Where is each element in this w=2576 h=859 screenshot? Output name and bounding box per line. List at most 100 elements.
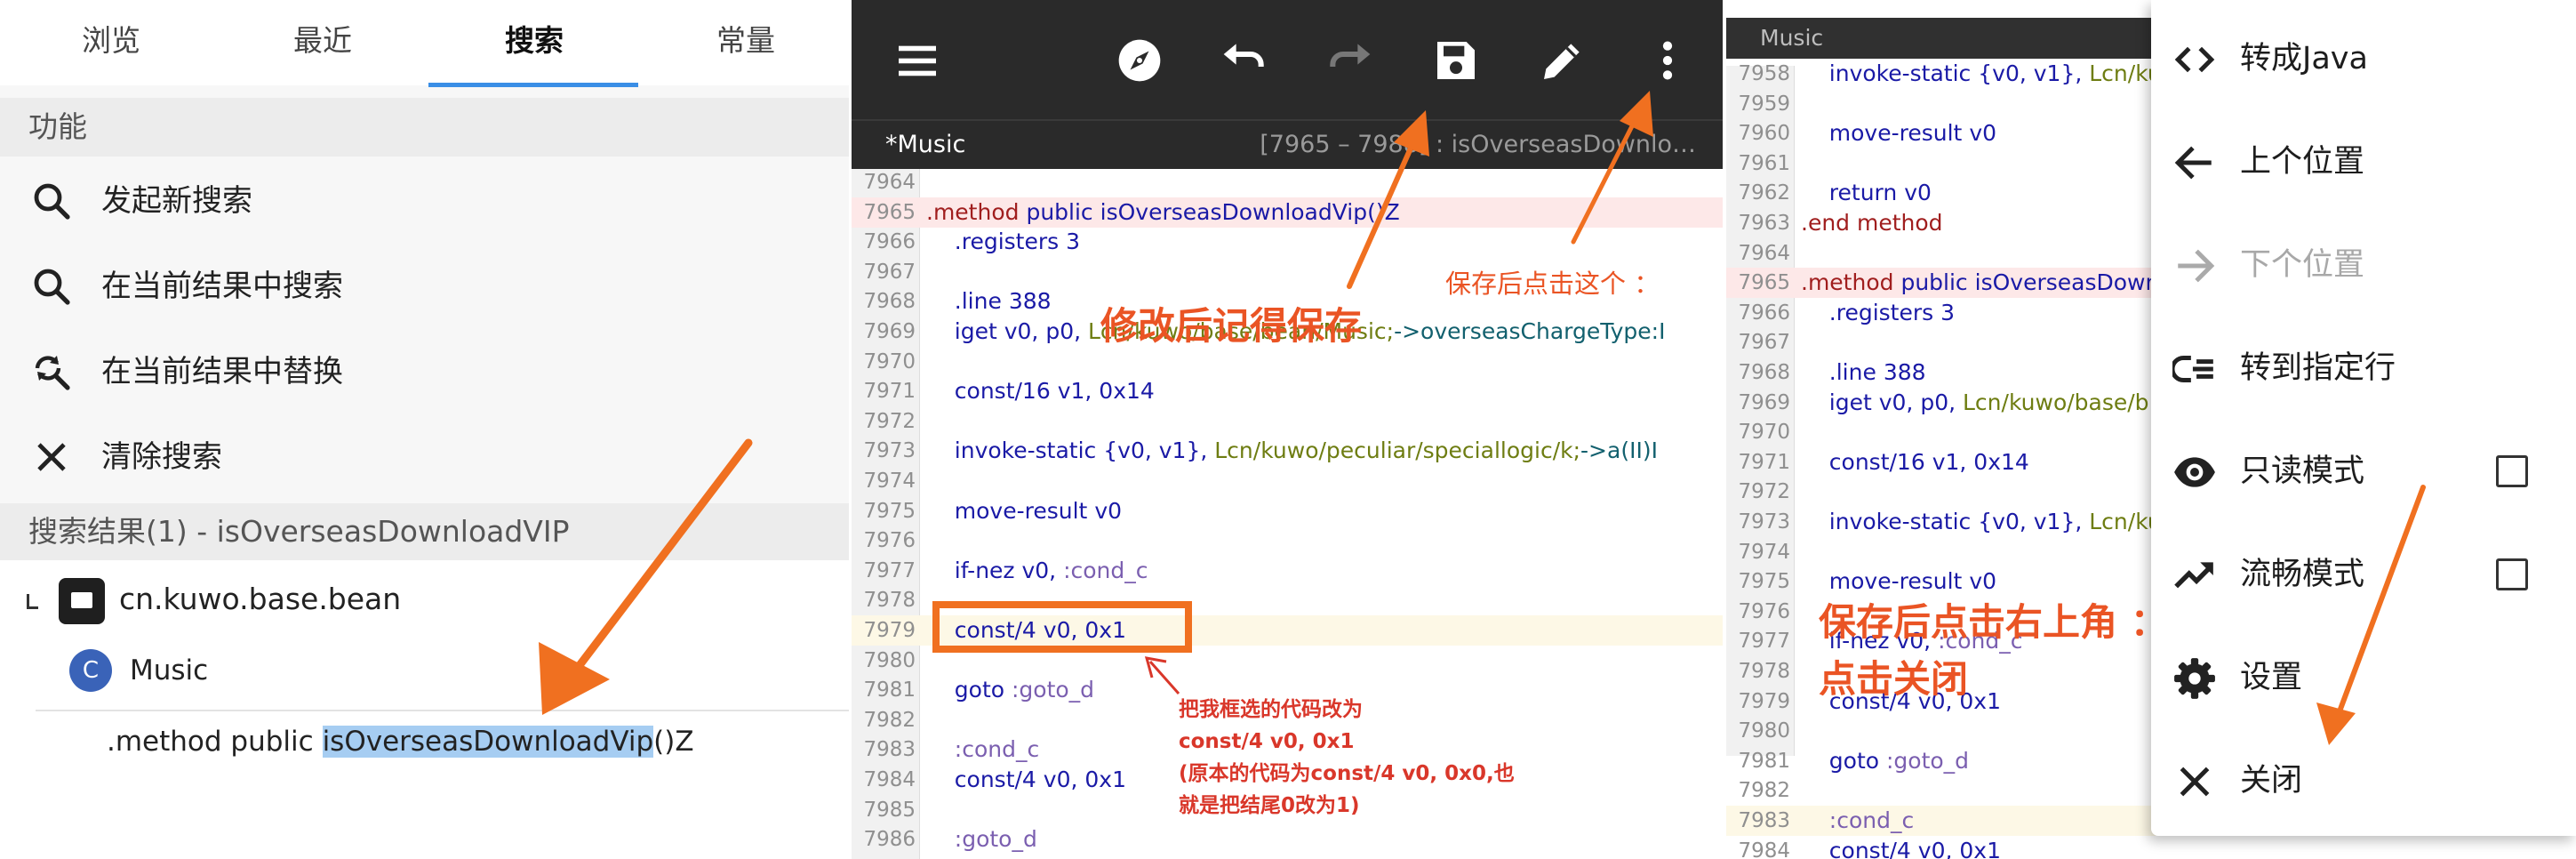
line-number: 7977 — [863, 558, 916, 582]
arrow-right-icon — [2178, 249, 2215, 283]
code-line: invoke-static {v0, v1}, Lcn/ku — [1801, 507, 2162, 537]
method-suffix: ()Z — [653, 726, 694, 758]
line-number: 7972 — [1738, 480, 1790, 504]
read-only-checkbox[interactable] — [2496, 455, 2528, 487]
tab-search[interactable]: 搜索 — [428, 0, 640, 85]
code-token: move-result — [926, 497, 1095, 524]
line-number: 7967 — [1738, 331, 1790, 355]
line-number: 7970 — [1738, 421, 1790, 445]
code-line: :cond_c — [926, 735, 1039, 765]
code-line: .registers 3 — [926, 227, 1080, 257]
edit-icon[interactable] — [1538, 36, 1588, 85]
tab-browse[interactable]: 浏览 — [5, 0, 217, 85]
clear-search-item[interactable]: 清除搜索 — [0, 414, 849, 500]
code-line: goto :goto_d — [926, 675, 1094, 705]
code-line: const/16 v1, 0x14 — [1801, 447, 2029, 478]
menu-item-label: 转成Java — [2240, 41, 2368, 76]
line-number: 7984 — [863, 768, 916, 791]
code-line: .registers 3 — [1801, 298, 1955, 328]
code-token: goto — [1801, 747, 1886, 774]
line-number: 7964 — [1738, 241, 1790, 265]
overflow-menu: 转成Java 上个位置 下个位置 转到指定行 只读模式 流畅模式 设置 关闭 — [2151, 0, 2576, 836]
code-line: const/4 v0, 0x1 — [926, 615, 1126, 646]
method-result[interactable]: .method public isOverseasDownloadVip()Z — [107, 717, 694, 767]
line-number: 7981 — [863, 678, 916, 702]
code-line: invoke-static {v0, v1}, Lcn/kuwo/peculia… — [926, 436, 1658, 466]
line-number: 7970 — [863, 349, 916, 373]
menu-item-label: 下个位置 — [2240, 247, 2365, 283]
menu-item-next-location[interactable]: 下个位置 — [2151, 213, 2576, 317]
search-replace-icon — [35, 356, 70, 390]
code-line: .line 388 — [1801, 357, 1926, 388]
code-token: v0, p0, — [1878, 389, 1963, 415]
annotation-edit-note-3: (原本的代码为const/4 v0, 0x0,也 — [1179, 762, 1515, 785]
menu-item-goto-line[interactable]: 转到指定行 — [2151, 317, 2576, 420]
menu-item-read-only[interactable]: 只读模式 — [2151, 420, 2576, 523]
menu-item-label: 流畅模式 — [2240, 557, 2365, 592]
new-search-item[interactable]: 发起新搜索 — [0, 158, 849, 244]
class-node[interactable]: Music — [130, 646, 208, 695]
code-line: const/4 v0, 0x1 — [926, 765, 1126, 795]
code-token: v1, 0x14 — [1057, 378, 1155, 405]
replace-in-results-label: 在当前结果中替换 — [101, 354, 343, 389]
goto-line-icon — [2172, 356, 2213, 382]
file-name: Music — [1760, 25, 1824, 51]
menu-item-close[interactable]: 关闭 — [2151, 729, 2576, 832]
code-line: .end method — [1801, 208, 1943, 238]
code-token: invoke-static — [926, 438, 1104, 464]
code-token: :goto_d — [1886, 747, 1970, 774]
replace-in-results-item[interactable]: 在当前结果中替换 — [0, 329, 849, 414]
line-number: 7969 — [863, 320, 916, 343]
tab-recent[interactable]: 最近 — [217, 0, 428, 85]
code-line: .line 388 — [926, 286, 1052, 317]
code-token: v0, 0x1 — [1043, 617, 1126, 643]
menu-icon[interactable] — [892, 36, 942, 85]
code-token: isOverseasDownloadVip()Z — [1100, 198, 1400, 225]
code-token: 3 — [1066, 229, 1081, 255]
compass-icon[interactable] — [1115, 36, 1164, 85]
code-line: :cond_c — [1801, 806, 1914, 836]
line-number: 7975 — [863, 499, 916, 523]
trending-icon — [2174, 562, 2213, 589]
save-icon[interactable] — [1431, 36, 1481, 85]
code-token: move-result — [1801, 120, 1970, 147]
menu-item-label: 关闭 — [2240, 763, 2303, 799]
code-token: isOverseasDownlo — [1974, 269, 2180, 296]
code-token: .registers — [926, 229, 1067, 255]
tab-constants[interactable]: 常量 — [640, 0, 849, 85]
search-in-results-item[interactable]: 在当前结果中搜索 — [0, 244, 849, 329]
package-node[interactable]: cn.kuwo.base.bean — [119, 574, 401, 624]
code-line: invoke-static {v0, v1}, Lcn/ku — [1801, 59, 2162, 89]
results-header: 搜索结果(1) - isOverseasDownloadVIP — [0, 503, 849, 560]
smooth-mode-checkbox[interactable] — [2496, 558, 2528, 590]
redo-icon[interactable] — [1324, 36, 1374, 85]
code-token: v0 — [1969, 120, 1997, 147]
menu-item-label: 只读模式 — [2240, 454, 2365, 489]
editor-panel-with-menu: Music 7958 invoke-static {v0, v1}, Lcn/k… — [1726, 0, 2576, 859]
annotation-edit-note-2: const/4 v0, 0x1 — [1179, 730, 1355, 753]
code-line: .method public isOverseasDownlo — [1801, 268, 2180, 298]
menu-item-smooth-mode[interactable]: 流畅模式 — [2151, 523, 2576, 626]
search-in-results-label: 在当前结果中搜索 — [101, 269, 343, 304]
line-number: 7973 — [1738, 510, 1790, 534]
code-token: {v0, v1}, — [1978, 509, 2090, 534]
collapse-toggle-icon[interactable] — [27, 594, 38, 609]
line-number: 7963 — [1738, 212, 1790, 235]
line-number: 7962 — [1738, 181, 1790, 205]
code-line: :goto_d — [926, 824, 1037, 855]
more-vert-icon[interactable] — [1643, 36, 1692, 85]
undo-icon[interactable] — [1220, 36, 1269, 85]
line-number: 7983 — [863, 738, 916, 762]
code-token: {v0, v1}, — [1103, 438, 1215, 464]
menu-item-prev-location[interactable]: 上个位置 — [2151, 110, 2576, 213]
menu-item-to-java[interactable]: 转成Java — [2151, 7, 2576, 110]
annotation-close-line1: 保存后点击右上角 ： — [1819, 600, 2168, 644]
line-number: 7965 — [1738, 271, 1790, 295]
code-token: Lcn/kuwo/peculiar/speciallogic/k; — [1214, 438, 1581, 464]
menu-item-label: 转到指定行 — [2240, 350, 2396, 386]
menu-item-settings[interactable]: 设置 — [2151, 626, 2576, 729]
annotation-edit-note-1: 把我框选的代码改为 — [1179, 698, 1363, 721]
close-icon — [37, 443, 66, 471]
annotation-edit-note-4: 就是把结尾0改为1) — [1179, 794, 1360, 817]
line-number: 7966 — [1738, 301, 1790, 325]
